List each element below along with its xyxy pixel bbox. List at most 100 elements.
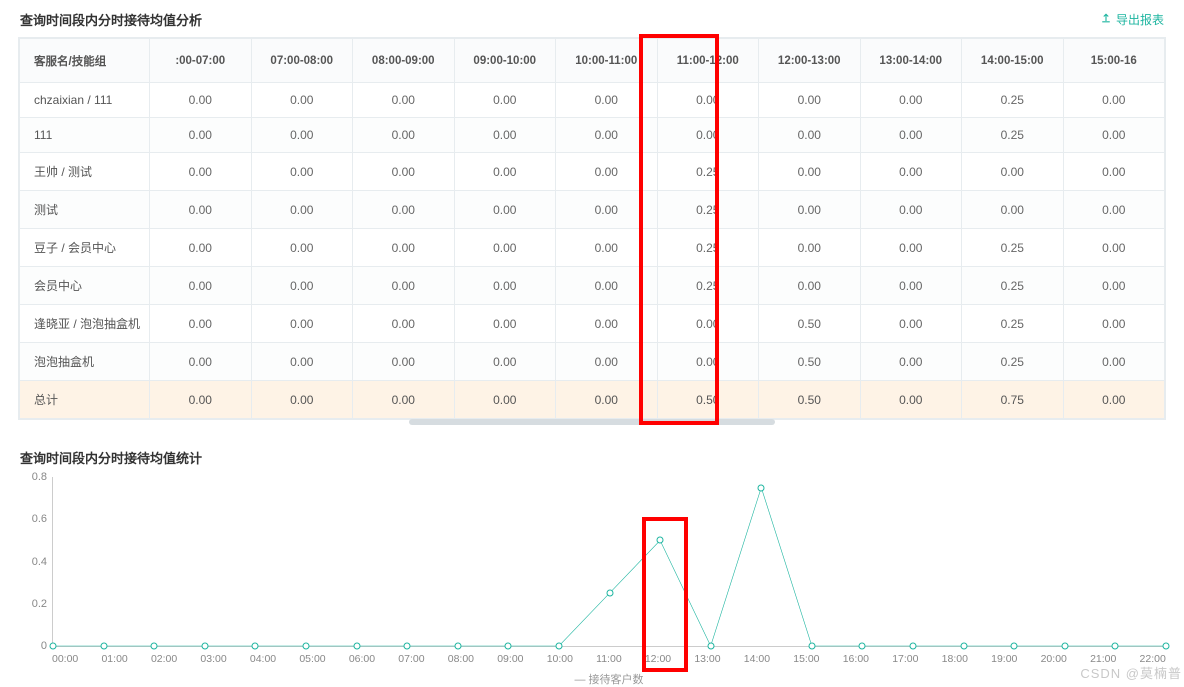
cell-value: 0.00 — [556, 118, 658, 153]
cell-value: 0.00 — [556, 229, 658, 267]
cell-value: 0.00 — [150, 267, 252, 305]
cell-value: 0.00 — [150, 83, 252, 118]
row-name: 111 — [20, 118, 150, 153]
cell-value: 0.75 — [962, 381, 1064, 419]
cell-value: 0.00 — [353, 229, 455, 267]
x-tick: 08:00 — [448, 653, 474, 665]
row-name: 豆子 / 会员中心 — [20, 229, 150, 267]
row-name: 总计 — [20, 381, 150, 419]
y-tick: 0.2 — [19, 598, 47, 610]
data-point — [505, 643, 512, 650]
cell-value: 0.00 — [1063, 191, 1165, 229]
cell-value: 0.00 — [454, 343, 556, 381]
cell-value: 0.50 — [759, 343, 861, 381]
cell-value: 0.00 — [150, 229, 252, 267]
cell-value: 0.00 — [1063, 267, 1165, 305]
row-name: 王帅 / 测试 — [20, 153, 150, 191]
cell-value: 0.00 — [556, 191, 658, 229]
data-point — [454, 643, 461, 650]
table-total-row: 总计0.000.000.000.000.000.500.500.000.750.… — [20, 381, 1165, 419]
y-tick: 0.6 — [19, 513, 47, 525]
x-tick: 10:00 — [547, 653, 573, 665]
x-tick: 12:00 — [645, 653, 671, 665]
x-tick: 07:00 — [398, 653, 424, 665]
cell-value: 0.00 — [353, 191, 455, 229]
row-name: 测试 — [20, 191, 150, 229]
col-header-time: :00-07:00 — [150, 39, 252, 83]
cell-value: 0.00 — [454, 191, 556, 229]
col-header-time: 13:00-14:00 — [860, 39, 962, 83]
cell-value: 0.00 — [860, 267, 962, 305]
cell-value: 0.00 — [353, 83, 455, 118]
cell-value: 0.00 — [860, 381, 962, 419]
col-header-time: 12:00-13:00 — [759, 39, 861, 83]
cell-value: 0.00 — [1063, 381, 1165, 419]
cell-value: 0.00 — [556, 153, 658, 191]
cell-value: 0.00 — [1063, 229, 1165, 267]
y-tick: 0 — [19, 640, 47, 652]
analysis-table: 客服名/技能组:00-07:0007:00-08:0008:00-09:0009… — [18, 37, 1166, 420]
table-row: 豆子 / 会员中心0.000.000.000.000.000.250.000.0… — [20, 229, 1165, 267]
cell-value: 0.00 — [860, 343, 962, 381]
cell-value: 0.00 — [1063, 343, 1165, 381]
col-header-name: 客服名/技能组 — [20, 39, 150, 83]
export-report-link[interactable]: 导出报表 — [1100, 11, 1164, 28]
data-point — [1112, 643, 1119, 650]
cell-value: 0.00 — [759, 83, 861, 118]
cell-value: 0.00 — [454, 229, 556, 267]
data-point — [859, 643, 866, 650]
cell-value: 0.25 — [962, 305, 1064, 343]
cell-value: 0.00 — [962, 191, 1064, 229]
data-point — [1163, 643, 1170, 650]
x-tick: 15:00 — [793, 653, 819, 665]
row-name: 会员中心 — [20, 267, 150, 305]
x-tick: 01:00 — [101, 653, 127, 665]
export-label: 导出报表 — [1116, 11, 1164, 28]
cell-value: 0.00 — [1063, 118, 1165, 153]
section1-title: 查询时间段内分时接待均值分析 — [20, 10, 202, 29]
cell-value: 0.00 — [556, 343, 658, 381]
data-point — [910, 643, 917, 650]
data-point — [404, 643, 411, 650]
cell-value: 0.00 — [657, 305, 759, 343]
table-row: 1110.000.000.000.000.000.000.000.000.250… — [20, 118, 1165, 153]
data-point — [100, 643, 107, 650]
cell-value: 0.00 — [1063, 83, 1165, 118]
cell-value: 0.25 — [657, 229, 759, 267]
y-tick: 0.4 — [19, 556, 47, 568]
data-point — [1061, 643, 1068, 650]
cell-value: 0.00 — [556, 381, 658, 419]
cell-value: 0.00 — [353, 305, 455, 343]
cell-value: 0.00 — [454, 83, 556, 118]
row-name: 泡泡抽盒机 — [20, 343, 150, 381]
col-header-time: 11:00-12:00 — [657, 39, 759, 83]
cell-value: 0.00 — [251, 343, 353, 381]
x-tick: 05:00 — [299, 653, 325, 665]
cell-value: 0.00 — [454, 118, 556, 153]
cell-value: 0.00 — [860, 153, 962, 191]
x-tick: 16:00 — [843, 653, 869, 665]
cell-value: 0.00 — [454, 153, 556, 191]
cell-value: 0.25 — [962, 118, 1064, 153]
cell-value: 0.00 — [657, 83, 759, 118]
data-point — [960, 643, 967, 650]
cell-value: 0.00 — [353, 153, 455, 191]
upload-icon — [1100, 12, 1112, 27]
cell-value: 0.25 — [657, 153, 759, 191]
cell-value: 0.00 — [251, 191, 353, 229]
table-row: 王帅 / 测试0.000.000.000.000.000.250.000.000… — [20, 153, 1165, 191]
cell-value: 0.25 — [962, 229, 1064, 267]
y-tick: 0.8 — [19, 471, 47, 483]
cell-value: 0.00 — [251, 83, 353, 118]
data-point — [50, 643, 57, 650]
cell-value: 0.00 — [454, 305, 556, 343]
cell-value: 0.00 — [962, 153, 1064, 191]
data-point — [151, 643, 158, 650]
row-name: chzaixian / 111 — [20, 83, 150, 118]
col-header-time: 15:00-16 — [1063, 39, 1165, 83]
table-row: chzaixian / 1110.000.000.000.000.000.000… — [20, 83, 1165, 118]
horizontal-scrollbar[interactable] — [409, 419, 776, 425]
cell-value: 0.00 — [251, 305, 353, 343]
cell-value: 0.00 — [251, 229, 353, 267]
cell-value: 0.00 — [657, 343, 759, 381]
